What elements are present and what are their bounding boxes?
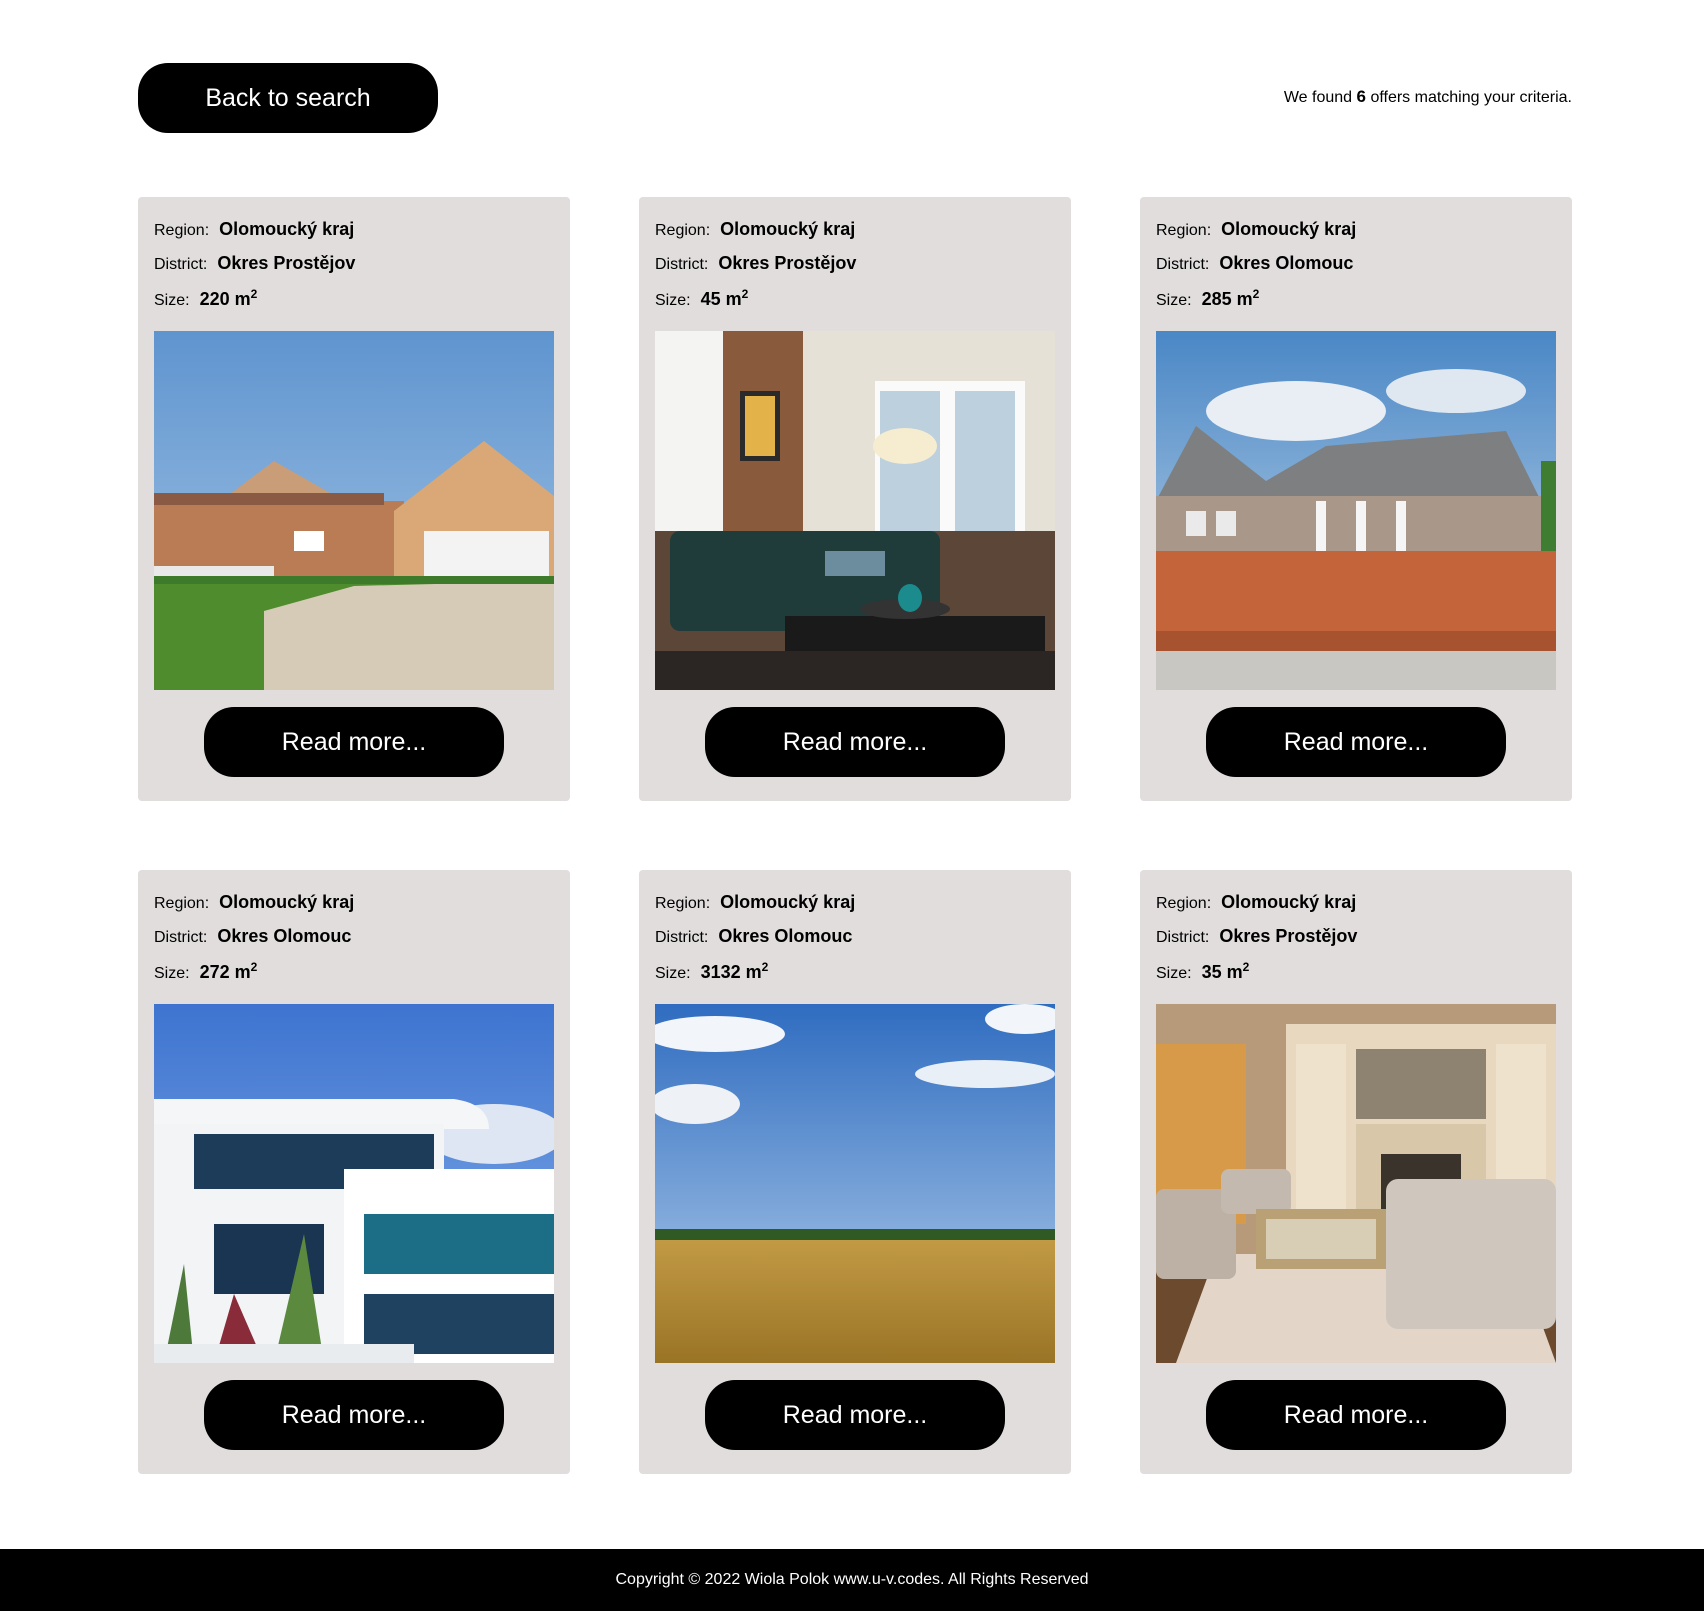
region-value: Olomoucký kraj — [720, 892, 856, 912]
read-more-button[interactable]: Read more... — [1206, 1380, 1506, 1450]
district-label: District: — [655, 929, 709, 946]
region-value: Olomoucký kraj — [219, 892, 355, 912]
district-value: Okres Olomouc — [217, 926, 352, 946]
region-row: Region: Olomoucký kraj — [1156, 892, 1556, 926]
district-label: District: — [1156, 256, 1210, 273]
district-value: Okres Prostějov — [1219, 926, 1358, 946]
read-more-button[interactable]: Read more... — [204, 707, 504, 777]
size-row: Size: 3132 m2 — [655, 960, 1055, 994]
district-value: Okres Prostějov — [217, 253, 356, 273]
size-label: Size: — [655, 965, 691, 982]
page: Back to search We found 6 offers matchin… — [0, 0, 1704, 1611]
region-value: Olomoucký kraj — [720, 219, 856, 239]
region-value: Olomoucký kraj — [219, 219, 355, 239]
district-row: District: Okres Prostějov — [1156, 926, 1556, 960]
region-label: Region: — [655, 895, 711, 912]
size-label: Size: — [1156, 292, 1192, 309]
region-value: Olomoucký kraj — [1221, 892, 1357, 912]
district-row: District: Okres Prostějov — [655, 253, 1055, 287]
size-value: 272 m2 — [199, 960, 258, 982]
region-row: Region: Olomoucký kraj — [655, 219, 1055, 253]
read-more-button[interactable]: Read more... — [1206, 707, 1506, 777]
size-label: Size: — [154, 292, 190, 309]
region-row: Region: Olomoucký kraj — [154, 219, 554, 253]
size-value: 45 m2 — [700, 287, 749, 309]
size-label: Size: — [655, 292, 691, 309]
offer-card: Region: Olomoucký kraj District: Okres P… — [1140, 870, 1572, 1474]
size-value: 3132 m2 — [700, 960, 769, 982]
size-value: 220 m2 — [199, 287, 258, 309]
field-landscape-photo — [655, 1004, 1055, 1363]
results-prefix: We found — [1283, 89, 1353, 106]
offer-card: Region: Olomoucký kraj District: Okres O… — [138, 870, 570, 1474]
suburban-house-photo — [154, 331, 554, 690]
size-label: Size: — [154, 965, 190, 982]
district-row: District: Okres Olomouc — [1156, 253, 1556, 287]
offer-card: Region: Olomoucký kraj District: Okres P… — [138, 197, 570, 801]
footer: Copyright © 2022 Wiola Polok www.u-v.cod… — [0, 1549, 1704, 1611]
district-label: District: — [655, 256, 709, 273]
region-label: Region: — [154, 222, 210, 239]
read-more-button[interactable]: Read more... — [705, 707, 1005, 777]
copyright-text: Copyright © 2022 Wiola Polok www.u-v.cod… — [615, 1571, 1089, 1588]
district-value: Okres Olomouc — [1219, 253, 1354, 273]
luxury-living-room-photo — [1156, 1004, 1556, 1363]
district-label: District: — [1156, 929, 1210, 946]
district-row: District: Okres Prostějov — [154, 253, 554, 287]
offer-card: Region: Olomoucký kraj District: Okres O… — [639, 870, 1071, 1474]
size-row: Size: 35 m2 — [1156, 960, 1556, 994]
district-label: District: — [154, 929, 208, 946]
district-row: District: Okres Olomouc — [154, 926, 554, 960]
region-label: Region: — [1156, 222, 1212, 239]
region-value: Olomoucký kraj — [1221, 219, 1357, 239]
read-more-button[interactable]: Read more... — [204, 1380, 504, 1450]
size-value: 35 m2 — [1201, 960, 1250, 982]
read-more-button[interactable]: Read more... — [705, 1380, 1005, 1450]
region-label: Region: — [154, 895, 210, 912]
district-row: District: Okres Olomouc — [655, 926, 1055, 960]
results-suffix: offers matching your criteria. — [1370, 89, 1572, 106]
district-value: Okres Prostějov — [718, 253, 857, 273]
size-label: Size: — [1156, 965, 1192, 982]
offers-grid: Region: Olomoucký kraj District: Okres P… — [138, 197, 1572, 1474]
region-row: Region: Olomoucký kraj — [655, 892, 1055, 926]
district-label: District: — [154, 256, 208, 273]
size-row: Size: 272 m2 — [154, 960, 554, 994]
size-row: Size: 220 m2 — [154, 287, 554, 321]
results-count: 6 — [1356, 87, 1366, 106]
offer-card: Region: Olomoucký kraj District: Okres O… — [1140, 197, 1572, 801]
modern-villa-photo — [154, 1004, 554, 1363]
district-value: Okres Olomouc — [718, 926, 853, 946]
region-row: Region: Olomoucký kraj — [154, 892, 554, 926]
results-summary: We found 6 offers matching your criteria… — [1284, 87, 1572, 107]
region-row: Region: Olomoucký kraj — [1156, 219, 1556, 253]
region-label: Region: — [655, 222, 711, 239]
new-house-construction-photo — [1156, 331, 1556, 690]
region-label: Region: — [1156, 895, 1212, 912]
offer-card: Region: Olomoucký kraj District: Okres P… — [639, 197, 1071, 801]
size-row: Size: 45 m2 — [655, 287, 1055, 321]
size-row: Size: 285 m2 — [1156, 287, 1556, 321]
back-to-search-button[interactable]: Back to search — [138, 63, 438, 133]
living-room-photo — [655, 331, 1055, 690]
size-value: 285 m2 — [1201, 287, 1260, 309]
